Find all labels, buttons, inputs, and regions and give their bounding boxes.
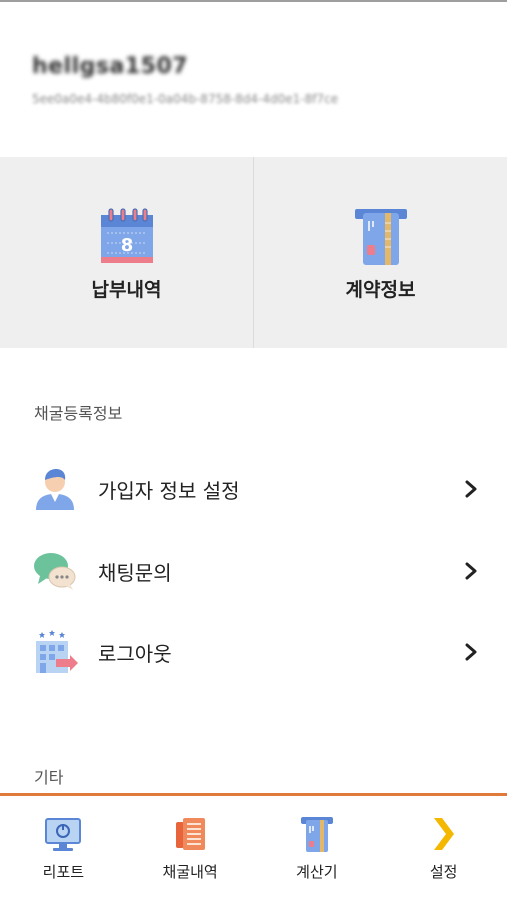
user-id: 5ee0a0e4-4b80f0e1-0a04b-8758-8d4-4d0e1-8… xyxy=(32,92,339,106)
building-exit-icon xyxy=(36,630,78,673)
payment-history-label: 납부내역 xyxy=(91,279,162,301)
tab-label-report: 리포트 xyxy=(42,863,85,881)
chat-bubbles-icon xyxy=(34,553,76,590)
section-title-other: 기타 xyxy=(34,768,64,787)
svg-text:8: 8 xyxy=(120,235,133,256)
tab-label-calculator: 계산기 xyxy=(296,863,338,881)
tab-mining-history[interactable]: 채굴내역 xyxy=(127,796,254,900)
ledger-icon xyxy=(176,818,206,850)
card-icon xyxy=(354,209,407,265)
tab-label-mining-history: 채굴내역 xyxy=(162,863,218,881)
menu-item-chat-inquiry[interactable]: 채팅문의 xyxy=(0,535,507,605)
contract-info-button[interactable]: 계약정보 xyxy=(253,157,507,348)
monitor-icon xyxy=(45,818,82,851)
menu-label-subscriber-settings: 가입자 정보 설정 xyxy=(98,479,240,503)
user-profile-icon xyxy=(36,469,74,510)
menu-label-logout: 로그아웃 xyxy=(98,642,172,666)
username: hellgsa1507 xyxy=(32,54,189,79)
tab-settings[interactable]: 설정 xyxy=(380,796,507,900)
tab-label-settings: 설정 xyxy=(429,863,458,881)
menu-label-chat-inquiry: 채팅문의 xyxy=(98,561,172,585)
menu-item-subscriber-settings[interactable]: 가입자 정보 설정 xyxy=(0,453,507,523)
contract-info-label: 계약정보 xyxy=(345,279,416,301)
chevron-right-icon xyxy=(465,643,477,661)
quick-actions: 8 납부내역 계약정보 xyxy=(0,157,507,348)
chevron-right-icon xyxy=(465,562,477,580)
bottom-tab-bar: 리포트 채굴내역 계산기 설정 xyxy=(0,793,507,900)
menu-item-logout[interactable]: 로그아웃 xyxy=(0,616,507,686)
calendar-icon: 8 xyxy=(100,208,153,263)
payment-history-button[interactable]: 8 납부내역 xyxy=(0,157,253,348)
tab-report[interactable]: 리포트 xyxy=(0,796,127,900)
chevron-right-icon xyxy=(465,480,477,498)
tab-calculator[interactable]: 계산기 xyxy=(254,796,381,900)
card-icon xyxy=(300,817,333,852)
chevron-right-icon xyxy=(433,818,454,850)
profile-header: hellgsa1507 5ee0a0e4-4b80f0e1-0a04b-8758… xyxy=(0,0,507,157)
section-title-registration: 채굴등록정보 xyxy=(34,404,123,423)
